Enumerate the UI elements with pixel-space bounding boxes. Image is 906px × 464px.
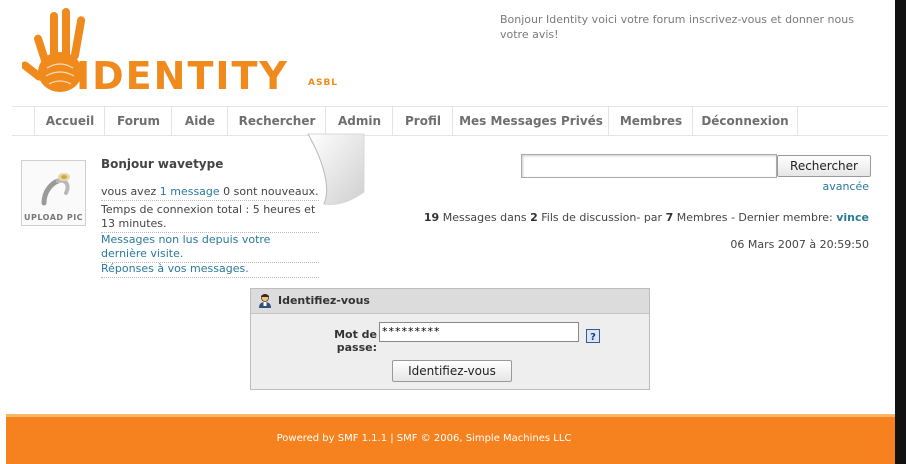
advanced-search-link[interactable]: avancée (760, 180, 869, 193)
nav-item-membres[interactable]: Membres (608, 107, 693, 135)
messages-suffix: 0 sont nouveaux. (219, 185, 319, 198)
login-button[interactable]: Identifiez-vous (392, 360, 512, 382)
replies-link[interactable]: Réponses à vos messages. (101, 262, 319, 278)
members-label: Membres - Dernier membre: (673, 211, 837, 224)
threads-count: 2 (530, 211, 538, 224)
avatar-placeholder-icon (41, 173, 70, 206)
nav-item-messages-prives[interactable]: Mes Messages Privés (452, 107, 609, 135)
latest-member-link[interactable]: vince (836, 211, 869, 224)
nav-item-aide[interactable]: Aide (171, 107, 228, 135)
footer-credits[interactable]: Powered by SMF 1.1.1 | SMF © 2006, Simpl… (6, 433, 842, 444)
current-date: 06 Mars 2007 à 20:59:50 (730, 238, 869, 251)
unread-messages-link[interactable]: Messages non lus depuis votre dernière v… (101, 233, 319, 263)
page: IDENTITY ASBL Bonjour Identity voici vot… (0, 0, 895, 464)
logo-wordmark: IDENTITY (76, 54, 289, 98)
nav-item-forum[interactable]: Forum (104, 107, 172, 135)
window-edge (895, 0, 906, 464)
user-greeting: Bonjour wavetype (101, 157, 224, 171)
forum-stats: 19 Messages dans 2 Fils de discussion- p… (420, 211, 869, 224)
footer: Powered by SMF 1.1.1 | SMF © 2006, Simpl… (6, 414, 895, 464)
login-panel: Identifiez-vous Mot de passe: ********* … (250, 288, 650, 390)
help-icon[interactable]: ? (586, 329, 600, 343)
login-title: Identifiez-vous (278, 294, 370, 307)
search-input[interactable] (521, 154, 777, 178)
main-nav: Accueil Forum Aide Rechercher Admin Prof… (12, 106, 888, 136)
messages-link[interactable]: 1 message (160, 185, 220, 198)
user-icon (259, 294, 271, 308)
site-logo[interactable]: IDENTITY ASBL (22, 8, 352, 100)
site-tagline: Bonjour Identity voici votre forum inscr… (500, 13, 854, 41)
login-time: Temps de connexion total : 5 heures et 1… (101, 203, 319, 233)
messages-prefix: vous avez (101, 185, 160, 198)
password-field[interactable]: ********* (379, 322, 579, 342)
logo-suffix: ASBL (308, 78, 339, 88)
messages-count: 19 (423, 211, 440, 224)
password-label: Mot de passe: (334, 328, 377, 354)
login-header: Identifiez-vous (251, 289, 649, 314)
avatar[interactable]: UPLOAD PIC (21, 160, 86, 226)
nav-item-profil[interactable]: Profil (392, 107, 453, 135)
svg-text:?: ? (590, 332, 596, 343)
messages-label: Messages dans (439, 211, 531, 224)
threads-label: Fils de discussion- par (537, 211, 666, 224)
avatar-label: UPLOAD PIC (23, 213, 84, 222)
nav-item-deconnexion[interactable]: Déconnexion (692, 107, 798, 135)
search-button[interactable]: Rechercher (777, 155, 871, 177)
nav-item-accueil[interactable]: Accueil (34, 107, 105, 135)
messages-summary: vous avez 1 message 0 sont nouveaux. (101, 185, 319, 201)
